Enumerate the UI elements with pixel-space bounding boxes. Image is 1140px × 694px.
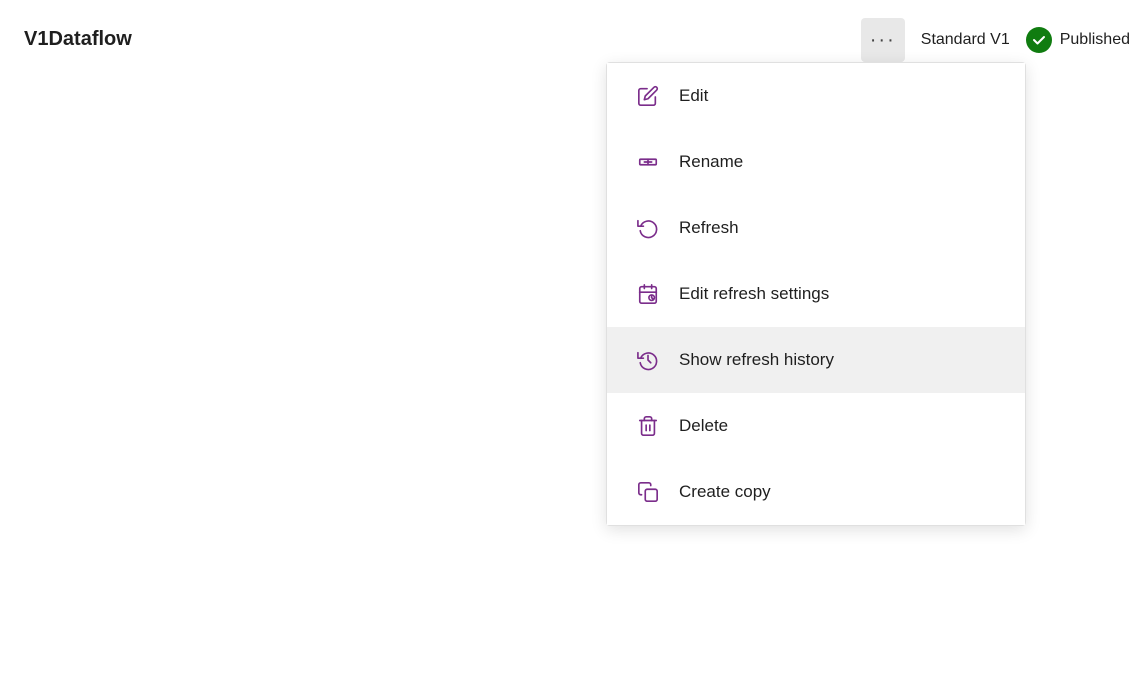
menu-item-edit-refresh-settings[interactable]: Edit refresh settings [607, 261, 1025, 327]
edit-icon [635, 83, 661, 109]
version-label: Standard V1 [921, 31, 1010, 49]
published-icon [1026, 27, 1052, 53]
menu-item-edit-refresh-settings-label: Edit refresh settings [679, 284, 829, 304]
copy-icon [635, 479, 661, 505]
context-menu: Edit Rename Refresh [606, 62, 1026, 526]
history-icon [635, 347, 661, 373]
page-title: V1Dataflow [24, 28, 132, 51]
more-button[interactable]: ··· [861, 18, 905, 62]
menu-item-delete[interactable]: Delete [607, 393, 1025, 459]
published-badge: Published [1026, 27, 1130, 53]
menu-item-show-refresh-history-label: Show refresh history [679, 350, 834, 370]
menu-item-rename-label: Rename [679, 152, 743, 172]
published-label: Published [1060, 31, 1130, 49]
menu-item-create-copy-label: Create copy [679, 482, 771, 502]
rename-icon [635, 149, 661, 175]
menu-item-show-refresh-history[interactable]: Show refresh history [607, 327, 1025, 393]
menu-item-create-copy[interactable]: Create copy [607, 459, 1025, 525]
header-right: ··· Standard V1 Published [861, 18, 1130, 62]
calendar-icon [635, 281, 661, 307]
delete-icon [635, 413, 661, 439]
menu-item-rename[interactable]: Rename [607, 129, 1025, 195]
menu-item-refresh[interactable]: Refresh [607, 195, 1025, 261]
menu-item-refresh-label: Refresh [679, 218, 739, 238]
menu-item-delete-label: Delete [679, 416, 728, 436]
menu-item-edit[interactable]: Edit [607, 63, 1025, 129]
refresh-icon [635, 215, 661, 241]
menu-item-edit-label: Edit [679, 86, 708, 106]
